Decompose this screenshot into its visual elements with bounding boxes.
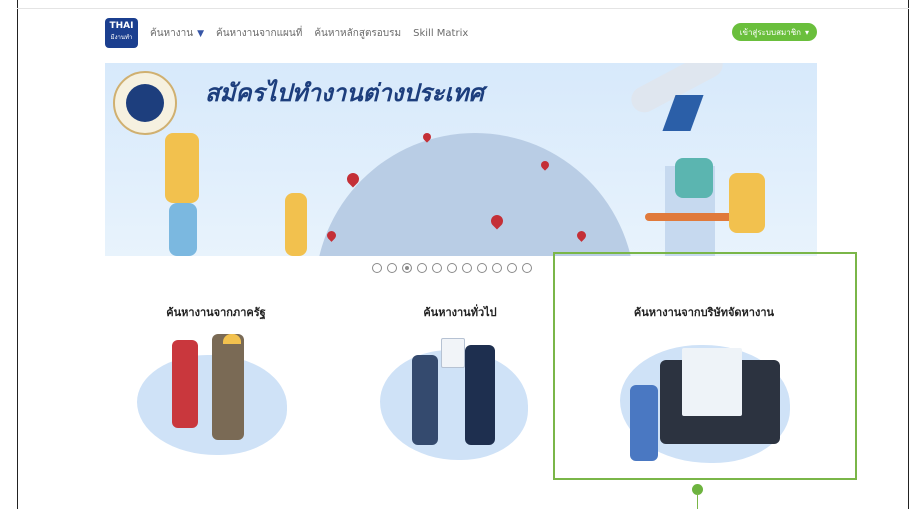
top-navigation: THAI มีงานทำ ค้นหางาน ▼ ค้นหางานจากแผนที… bbox=[105, 16, 817, 50]
department-seal bbox=[113, 71, 177, 135]
carousel-dot[interactable] bbox=[462, 263, 472, 273]
resume-card-icon bbox=[441, 338, 465, 368]
woman-pointing-legs bbox=[169, 203, 197, 256]
carousel-dot[interactable] bbox=[492, 263, 502, 273]
member-login-button[interactable]: เข้าสู่ระบบสมาชิก ▾ bbox=[731, 23, 817, 41]
carousel-dot[interactable] bbox=[432, 263, 442, 273]
businessman-phone-figure bbox=[465, 345, 495, 445]
nav-item-label: Skill Matrix bbox=[413, 28, 469, 39]
card-title-general-jobs[interactable]: ค้นหางานทั่วไป bbox=[360, 303, 560, 321]
carousel-indicators bbox=[372, 263, 532, 273]
nav-menu: ค้นหางาน ▼ ค้นหางานจากแผนที่ ค้นหาหลักสู… bbox=[150, 26, 468, 41]
nav-item-find-job[interactable]: ค้นหางาน ▼ bbox=[150, 26, 204, 41]
thai-mee-ngan-tham-logo[interactable]: THAI มีงานทำ bbox=[105, 18, 138, 48]
construction-worker-figure bbox=[212, 334, 244, 440]
banner-title: สมัครไปทำงานต่างประเทศ bbox=[205, 79, 484, 107]
chevron-down-icon: ▾ bbox=[804, 27, 809, 37]
monitor-illustration bbox=[675, 158, 713, 198]
girl-illustration bbox=[285, 193, 307, 256]
hero-banner[interactable]: สมัครไปทำงานต่างประเทศ bbox=[105, 63, 817, 256]
nav-item-label: ค้นหางานจากแผนที่ bbox=[216, 28, 303, 39]
businessman-figure bbox=[412, 355, 438, 445]
carousel-dot[interactable] bbox=[387, 263, 397, 273]
nav-item-label: ค้นหาหลักสูตรอบรม bbox=[314, 28, 402, 39]
carousel-dot[interactable] bbox=[522, 263, 532, 273]
hard-hat-icon bbox=[223, 334, 241, 344]
logo-text: THAI bbox=[109, 21, 134, 31]
card-title-government-jobs[interactable]: ค้นหางานจากภาครัฐ bbox=[116, 303, 316, 321]
globe-illustration bbox=[315, 133, 635, 256]
carousel-dot[interactable] bbox=[402, 263, 412, 273]
member-login-label: เข้าสู่ระบบสมาชิก bbox=[739, 27, 801, 37]
nav-item-label: ค้นหางาน bbox=[150, 28, 194, 39]
logo-subtext: มีงานทำ bbox=[110, 34, 133, 41]
top-divider bbox=[17, 8, 909, 9]
agency-jobs-highlight-box bbox=[553, 252, 857, 480]
nav-item-job-map[interactable]: ค้นหางานจากแผนที่ bbox=[216, 26, 302, 41]
carousel-dot[interactable] bbox=[417, 263, 427, 273]
callout-connector-line bbox=[697, 493, 698, 509]
woman-at-desk-illustration bbox=[729, 173, 765, 233]
woman-worker-figure bbox=[172, 340, 198, 428]
nav-item-training[interactable]: ค้นหาหลักสูตรอบรม bbox=[314, 26, 401, 41]
woman-pointing-illustration bbox=[165, 133, 199, 203]
carousel-dot[interactable] bbox=[477, 263, 487, 273]
seal-emblem bbox=[126, 84, 164, 122]
carousel-dot[interactable] bbox=[372, 263, 382, 273]
carousel-dot[interactable] bbox=[447, 263, 457, 273]
chevron-down-icon: ▼ bbox=[197, 28, 204, 39]
carousel-dot[interactable] bbox=[507, 263, 517, 273]
nav-item-skill-matrix[interactable]: Skill Matrix bbox=[413, 26, 468, 41]
